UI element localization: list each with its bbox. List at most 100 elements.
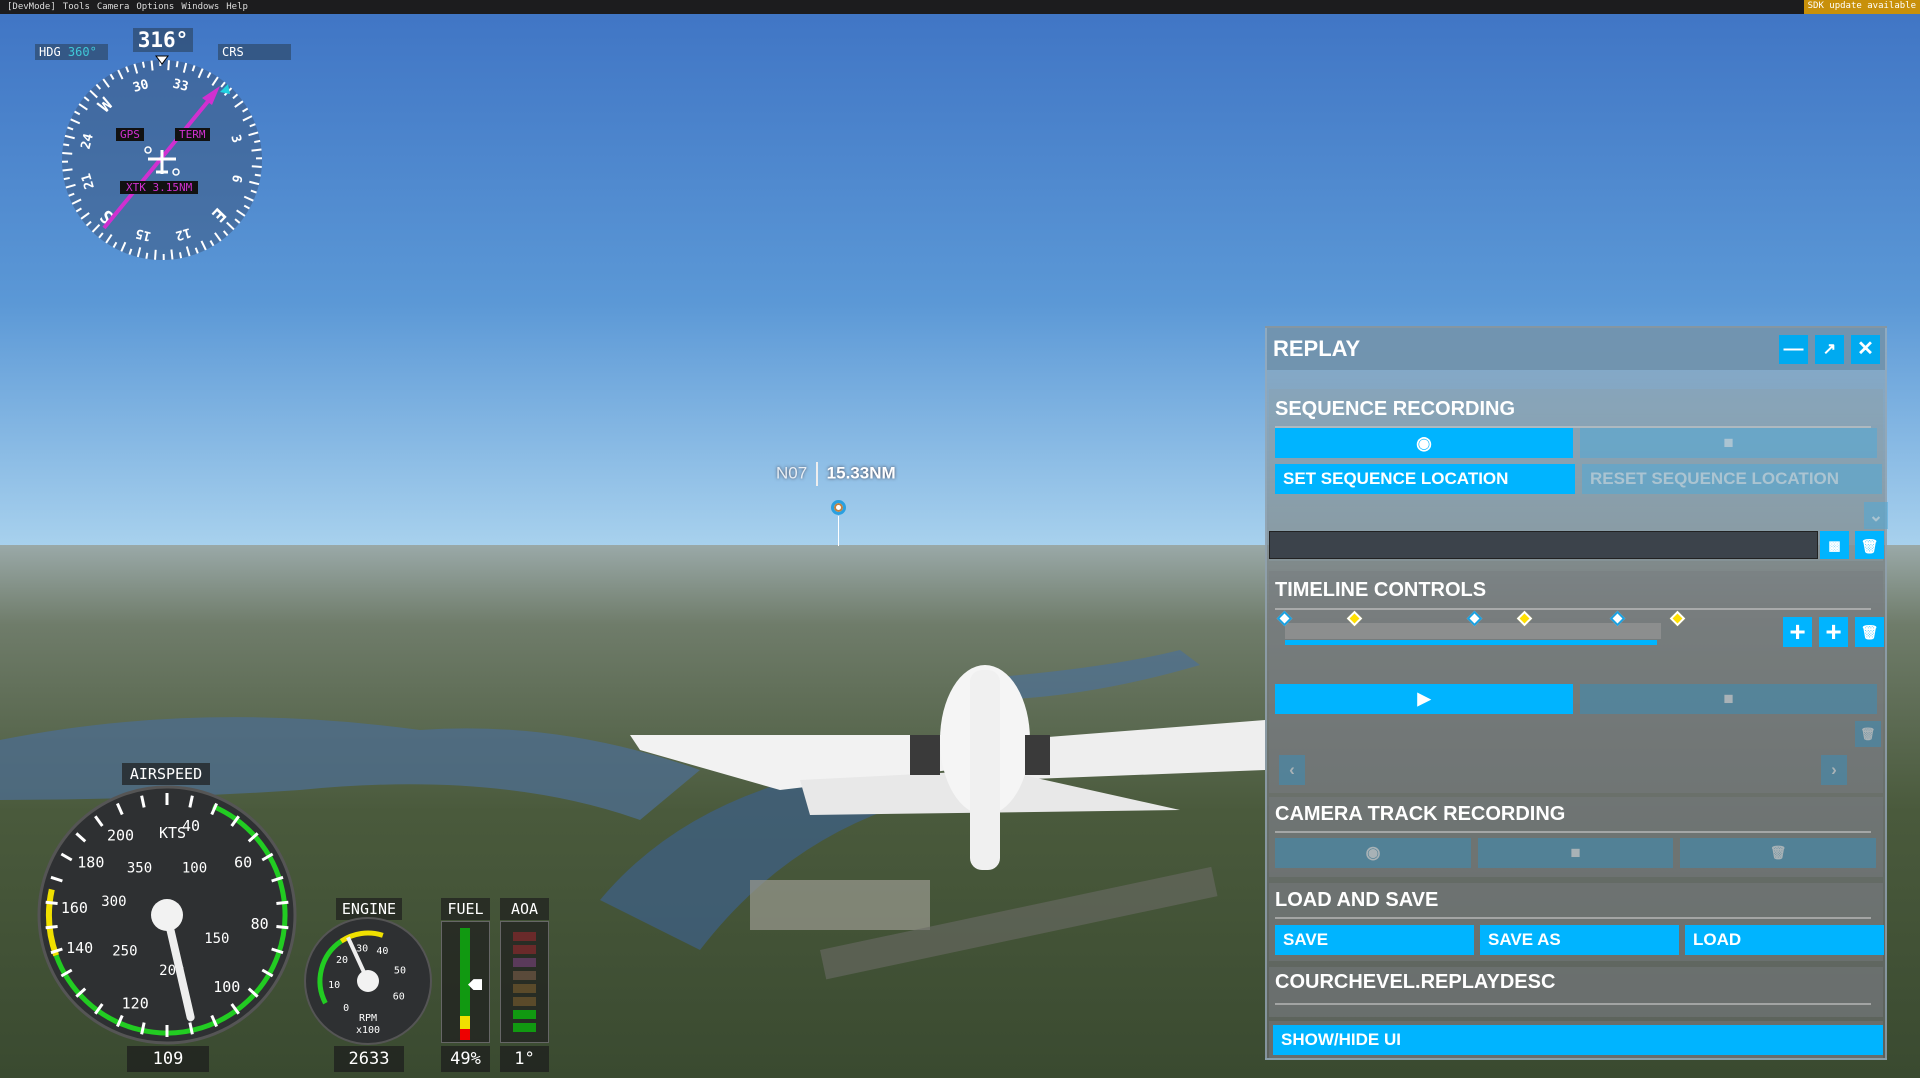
rpm-tick-label: 20 (336, 955, 348, 966)
close-button[interactable]: ✕ (1851, 335, 1880, 364)
rpm-tick-label: 10 (328, 980, 340, 991)
timeline-controls-heading: TIMELINE CONTROLS (1275, 579, 1487, 601)
show-hide-section: SHOW/HIDE UI (1269, 1021, 1883, 1058)
compass-tick (145, 252, 149, 259)
airspeed-label: 160 (61, 899, 88, 917)
save-sequence-icon[interactable]: ▩ (1820, 531, 1849, 559)
compass-tick (175, 61, 179, 68)
record-icon: ◉ (1416, 433, 1432, 453)
menu-tools[interactable]: Tools (63, 2, 90, 12)
sequence-name-input[interactable] (1269, 531, 1818, 559)
compass-tick (62, 152, 73, 155)
menu-windows[interactable]: Windows (181, 2, 219, 12)
replay-panel: REPLAY — ↗ ✕ SEQUENCE RECORDING ◉ ■ SET … (1265, 326, 1888, 1060)
airspeed-title: AIRSPEED (122, 763, 210, 785)
delete-camera-button[interactable]: 🗑 (1680, 838, 1876, 868)
camera-track-section: CAMERA TRACK RECORDING ◉ ■ 🗑 (1269, 797, 1883, 877)
airspeed-label: 120 (122, 994, 149, 1012)
airspeed-value: 109 (127, 1046, 209, 1072)
compass-tick (63, 143, 70, 147)
gps-annunciator: GPS (116, 128, 144, 141)
airspeed-inner-label: 100 (182, 860, 207, 876)
dev-menu-bar: [DevMode] Tools Camera Options Windows H… (0, 0, 1920, 14)
trash-icon: 🗑 (1769, 845, 1787, 860)
airspeed-inner-label: 250 (112, 943, 137, 959)
airspeed-label: 140 (66, 939, 93, 957)
file-section: COURCHEVEL.REPLAYDESC (1269, 967, 1883, 1017)
compass-tick (170, 249, 174, 260)
fuel-value: 49% (441, 1046, 490, 1072)
xtk-readout: XTK 3.15NM (120, 181, 199, 194)
airspeed-label: 100 (213, 978, 240, 996)
add-keyframe-button[interactable]: + (1783, 617, 1812, 647)
fuel-title: FUEL (441, 898, 490, 920)
keyframe-marker[interactable] (1669, 610, 1686, 627)
compass-tick (178, 252, 183, 259)
next-arrow-icon[interactable]: › (1821, 755, 1847, 785)
airspeed-inner-label: 350 (127, 860, 152, 876)
airspeed-inner-label: 300 (101, 894, 126, 910)
show-hide-ui-button[interactable]: SHOW/HIDE UI (1273, 1025, 1883, 1055)
waypoint-stem (838, 516, 839, 546)
stop-playback-button[interactable]: ■ (1580, 684, 1877, 714)
camera-track-heading: CAMERA TRACK RECORDING (1275, 803, 1566, 825)
rpm-scale: x100 (356, 1025, 380, 1036)
compass-tick (254, 173, 261, 177)
compass-tick (141, 61, 146, 68)
aoa-title: AOA (500, 898, 549, 920)
delete-timeline-icon[interactable]: 🗑 (1855, 721, 1881, 747)
heading-readout: 316° (133, 28, 193, 52)
reset-sequence-location-button[interactable]: RESET SEQUENCE LOCATION (1582, 464, 1882, 494)
minimize-button[interactable]: — (1779, 335, 1808, 364)
airspeed-units: KTS (159, 824, 186, 842)
hsi-compass: 30 3336E1215S2124W (61, 55, 263, 261)
airspeed-tick (276, 900, 289, 905)
airspeed-indicator: 4060801001201401601802001001502002503003… (37, 785, 297, 1045)
add-camera-keyframe-button[interactable]: + (1819, 617, 1848, 647)
compass-tick (167, 60, 170, 71)
sequence-recording-heading: SEQUENCE RECORDING (1275, 398, 1516, 420)
stop-camera-button[interactable]: ■ (1478, 838, 1673, 868)
engine-rpm-gauge: 0 10 20 30 40 50 60 RPM x100 (304, 917, 432, 1045)
set-sequence-location-button[interactable]: SET SEQUENCE LOCATION (1275, 464, 1575, 494)
record-camera-button[interactable]: ◉ (1275, 838, 1471, 868)
load-save-section: LOAD AND SAVE SAVE SAVE AS LOAD (1269, 883, 1884, 961)
delete-sequence-icon[interactable]: 🗑 (1855, 531, 1884, 559)
rpm-tick-label: 50 (394, 965, 406, 976)
save-button[interactable]: SAVE (1275, 925, 1474, 955)
play-button[interactable]: ▶ (1275, 684, 1573, 714)
save-as-button[interactable]: SAVE AS (1480, 925, 1679, 955)
compass-tick (251, 148, 262, 152)
waypoint-distance: 15.33NM (826, 463, 896, 483)
menu-camera[interactable]: Camera (97, 2, 130, 12)
compass-tick (150, 60, 154, 71)
engine-rpm-value: 2633 (334, 1046, 404, 1072)
record-sequence-button[interactable]: ◉ (1275, 428, 1573, 458)
previous-arrow-icon[interactable]: ‹ (1279, 755, 1305, 785)
delete-keyframe-button[interactable]: 🗑 (1855, 617, 1884, 647)
waypoint-id: N07 (776, 463, 808, 483)
rpm-label: RPM (359, 1013, 377, 1024)
rpm-tick-label: 30 (356, 944, 368, 955)
airspeed-tick (45, 925, 58, 930)
load-button[interactable]: LOAD (1685, 925, 1884, 955)
load-save-heading: LOAD AND SAVE (1275, 889, 1439, 911)
menu-devmode[interactable]: [DevMode] (7, 2, 56, 12)
sequence-recording-section: SEQUENCE RECORDING ◉ ■ SET SEQUENCE LOCA… (1269, 389, 1888, 561)
airspeed-label: 180 (77, 854, 104, 872)
airspeed-label: 60 (234, 854, 252, 872)
timeline-controls-section: TIMELINE CONTROLS + + 🗑 ▶ ■ 🗑 ‹ › (1269, 571, 1884, 793)
dropdown-chevron-icon[interactable]: ⌄ (1864, 502, 1888, 529)
fuel-gauge (441, 921, 490, 1043)
stop-icon: ■ (1570, 843, 1581, 862)
waypoint-label: N07 15.33NM (776, 462, 896, 486)
term-annunciator: TERM (175, 128, 210, 141)
popout-button[interactable]: ↗ (1815, 335, 1844, 364)
menu-help[interactable]: Help (226, 2, 248, 12)
menu-options[interactable]: Options (136, 2, 174, 12)
stop-icon: ■ (1723, 433, 1734, 452)
stop-sequence-button[interactable]: ■ (1580, 428, 1877, 458)
compass-tick (154, 249, 157, 260)
sdk-update-notice[interactable]: SDK update available (1803, 0, 1920, 14)
timeline-progress (1285, 640, 1658, 645)
